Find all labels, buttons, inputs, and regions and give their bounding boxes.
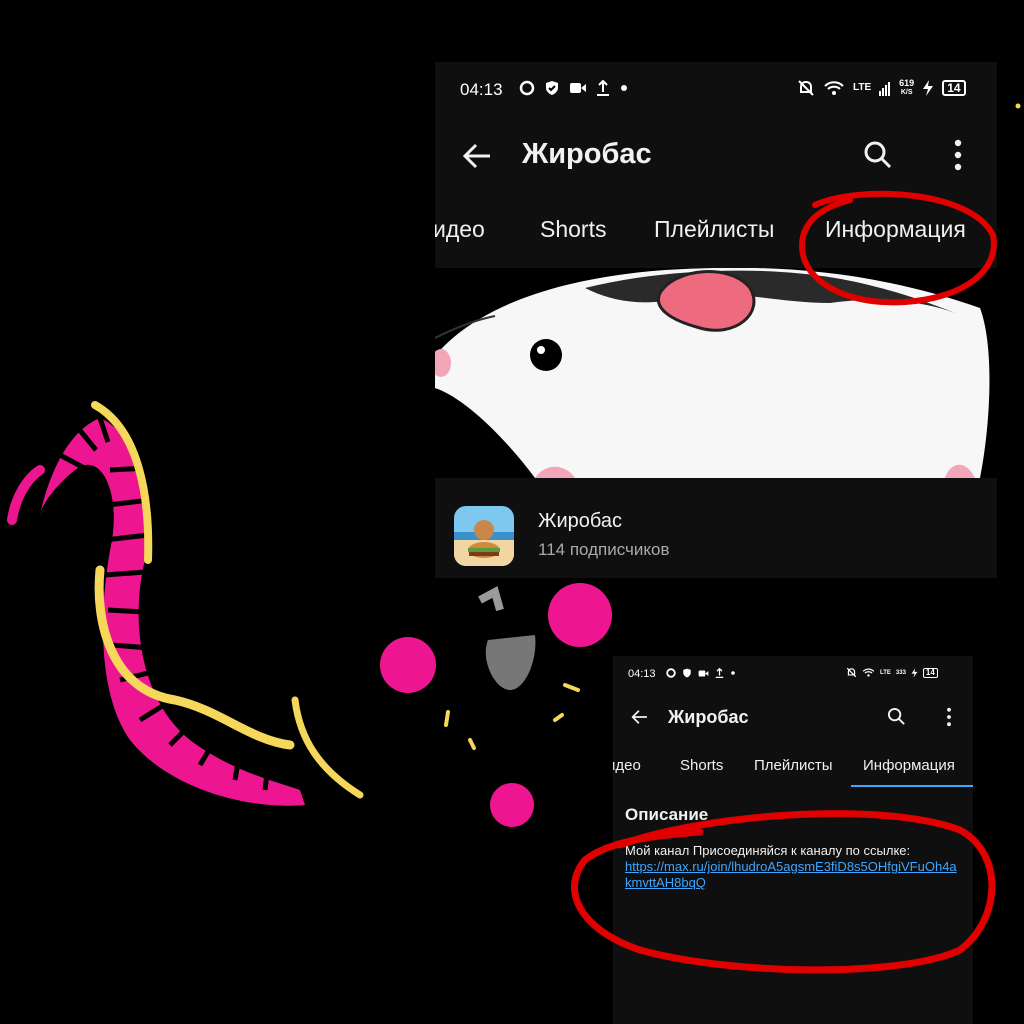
mouse-ear-left bbox=[380, 637, 436, 693]
status-left-icons bbox=[519, 80, 629, 96]
channel-header: Жиробас 114 подписчиков bbox=[435, 478, 997, 578]
worm-body bbox=[40, 418, 305, 806]
mouse-nose bbox=[490, 783, 534, 827]
chat-icon bbox=[519, 80, 535, 96]
worm-drawing bbox=[7, 401, 364, 806]
signal-icon bbox=[879, 80, 891, 96]
subscriber-count: 114 подписчиков bbox=[538, 540, 670, 559]
tab-information[interactable]: Информация bbox=[863, 757, 955, 774]
shield-check-icon bbox=[544, 80, 560, 96]
worm-head bbox=[7, 465, 45, 525]
tab-video[interactable]: идео bbox=[435, 216, 485, 243]
channel-title: Жиробас bbox=[522, 138, 652, 170]
search-icon[interactable] bbox=[863, 140, 893, 170]
sparkle-dot bbox=[1015, 103, 1021, 109]
mouse-whiskers bbox=[444, 683, 580, 750]
channel-name: Жиробас bbox=[538, 510, 623, 532]
mouse-smudge bbox=[485, 635, 536, 690]
upload-icon bbox=[596, 80, 610, 96]
status-time: 04:13 bbox=[460, 80, 503, 99]
video-camera-icon bbox=[569, 81, 587, 95]
tab-shorts[interactable]: Shorts bbox=[680, 757, 723, 774]
more-vert-icon[interactable] bbox=[953, 139, 963, 171]
bell-off-icon bbox=[797, 79, 815, 97]
tab-shorts[interactable]: Shorts bbox=[540, 216, 606, 243]
dot-icon bbox=[619, 83, 629, 93]
wifi-icon bbox=[823, 79, 845, 97]
annotation-circle-link bbox=[571, 810, 996, 974]
arrow-left-icon[interactable] bbox=[462, 142, 492, 170]
battery-indicator: 14 bbox=[942, 80, 966, 96]
mouse-face-drawing bbox=[380, 583, 612, 827]
annotation-circle-tab bbox=[799, 190, 997, 306]
mouse-ear-right bbox=[548, 583, 612, 647]
charging-icon bbox=[922, 80, 934, 96]
tab-bar: идео Shorts Плейлисты Информация bbox=[613, 656, 973, 796]
worm-highlight-tail bbox=[291, 696, 364, 799]
tab-playlists[interactable]: Плейлисты bbox=[654, 216, 774, 243]
net-speed-unit: K/S bbox=[900, 89, 913, 96]
mouse-smudge-top bbox=[478, 586, 504, 612]
net-speed: 619 K/S bbox=[899, 79, 914, 97]
active-tab-indicator bbox=[851, 785, 973, 787]
tab-playlists[interactable]: Плейлисты bbox=[754, 757, 833, 774]
main-screenshot: 04:13 LTE 619 K/S 14 Жиробас идео Shorts… bbox=[435, 62, 997, 578]
app-bar: Жиробас bbox=[435, 118, 997, 194]
tab-video[interactable]: идео bbox=[613, 757, 641, 774]
net-speed-value: 619 bbox=[899, 78, 915, 88]
avatar[interactable] bbox=[454, 506, 514, 566]
status-right-icons: LTE 619 K/S 14 bbox=[797, 79, 966, 97]
lte-label: LTE bbox=[853, 82, 872, 93]
status-bar: 04:13 LTE 619 K/S 14 bbox=[435, 62, 997, 118]
